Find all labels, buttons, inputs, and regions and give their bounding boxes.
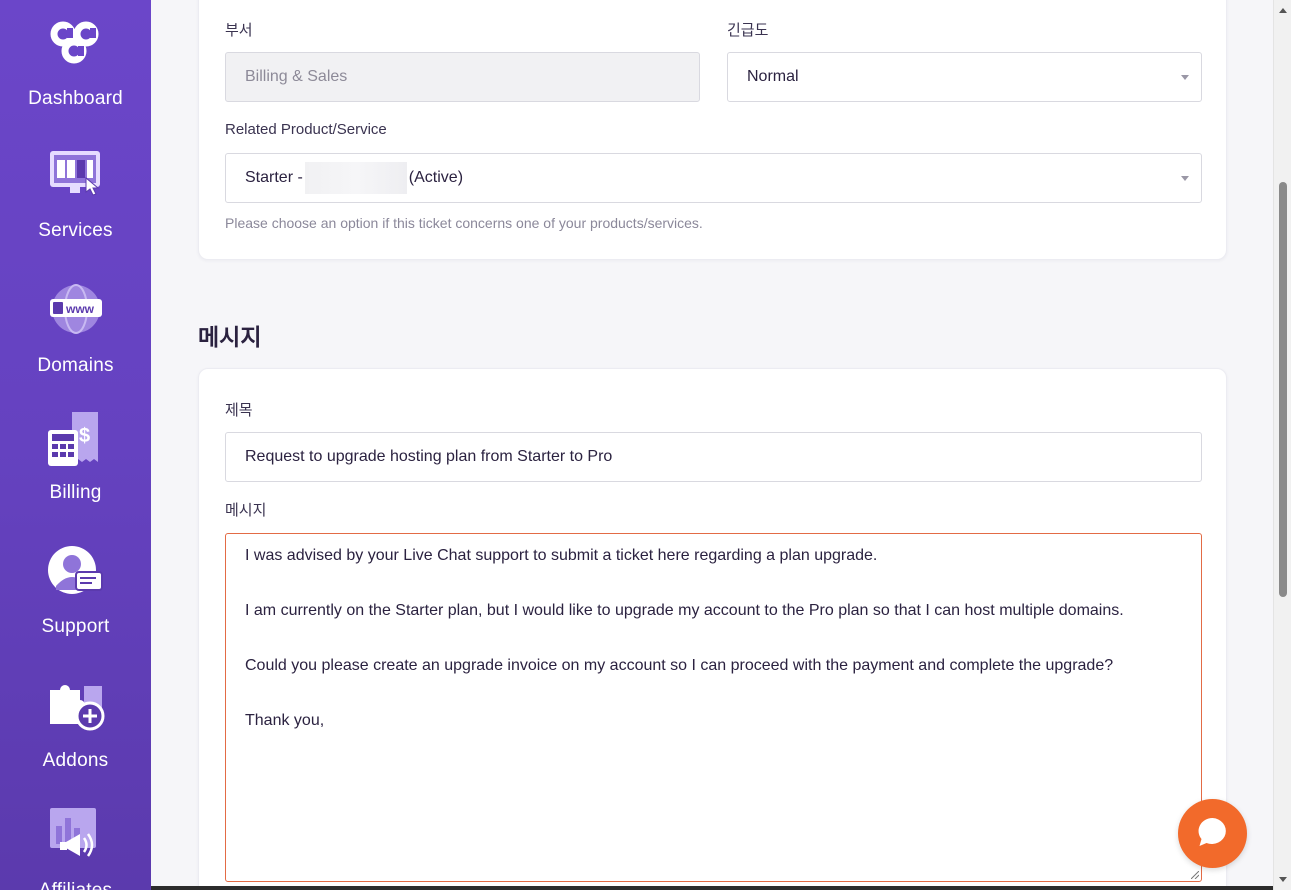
message-card: 제목 Request to upgrade hosting plan from … (198, 368, 1227, 890)
svg-text:$: $ (79, 425, 90, 447)
message-line: I am currently on the Starter plan, but … (245, 602, 1124, 619)
sidebar-item-label: Addons (42, 750, 109, 771)
sidebar-item-addons[interactable]: Addons (0, 678, 151, 772)
sidebar: Dashboard Services www Domains $ Billing… (0, 0, 151, 890)
svg-text:www: www (65, 302, 95, 316)
sidebar-item-services[interactable]: Services (0, 148, 151, 242)
addons-puzzle-icon (49, 685, 104, 731)
ccc-logo-icon (50, 21, 98, 64)
priority-label: 긴급도 (727, 22, 769, 39)
sidebar-item-label: Services (38, 220, 113, 241)
message-section-title: 메시지 (198, 324, 262, 350)
related-service-help: Please choose an option if this ticket c… (225, 215, 703, 231)
sidebar-item-label: Billing (49, 482, 102, 503)
bottom-edge (151, 886, 1273, 890)
chevron-down-icon (1181, 75, 1189, 80)
live-chat-button[interactable] (1178, 799, 1247, 868)
page-scrollbar[interactable] (1273, 0, 1291, 890)
subject-input[interactable]: Request to upgrade hosting plan from Sta… (225, 432, 1202, 482)
ticket-info-card: 부서 Billing & Sales 긴급도 Normal Related Pr… (198, 0, 1227, 260)
related-service-prefix: Starter - (245, 169, 303, 186)
support-agent-icon (47, 546, 103, 594)
related-service-status: (Active) (408, 169, 464, 186)
chevron-down-icon (1181, 176, 1189, 181)
sidebar-item-label: Support (41, 616, 110, 637)
services-monitor-icon (49, 151, 100, 196)
sidebar-item-affiliates[interactable]: Affiliates (0, 806, 151, 890)
priority-select[interactable]: Normal (727, 52, 1202, 102)
department-value: Billing & Sales (245, 68, 348, 85)
chat-bubble-icon (1198, 818, 1226, 846)
message-line: Thank you, (245, 712, 325, 729)
related-service-label: Related Product/Service (225, 121, 387, 138)
main-content: 부서 Billing & Sales 긴급도 Normal Related Pr… (151, 0, 1273, 890)
subject-value: Request to upgrade hosting plan from Sta… (245, 448, 613, 465)
sidebar-item-dashboard[interactable]: Dashboard (0, 18, 151, 110)
billing-calculator-icon: $ (47, 412, 98, 466)
sidebar-item-label: Domains (37, 355, 114, 376)
message-line: Could you please create an upgrade invoi… (245, 657, 1114, 674)
scroll-up-icon[interactable] (1279, 8, 1287, 13)
sidebar-item-domains[interactable]: www Domains (0, 283, 151, 377)
department-label: 부서 (225, 22, 253, 39)
sidebar-item-billing[interactable]: $ Billing (0, 410, 151, 504)
message-textarea[interactable]: I was advised by your Live Chat support … (225, 533, 1202, 882)
department-field: Billing & Sales (225, 52, 700, 102)
scroll-down-icon[interactable] (1279, 877, 1287, 882)
related-service-select[interactable]: Starter - (Active) (225, 153, 1202, 203)
priority-value: Normal (747, 68, 799, 85)
www-globe-icon: www (49, 284, 102, 334)
sidebar-item-label: Dashboard (28, 88, 123, 109)
redacted-domain (304, 162, 407, 194)
affiliates-megaphone-icon (49, 808, 96, 857)
scrollbar-thumb[interactable] (1279, 182, 1287, 597)
message-label: 메시지 (225, 502, 267, 519)
subject-label: 제목 (225, 402, 253, 419)
message-line: I was advised by your Live Chat support … (245, 547, 878, 564)
sidebar-item-label: Affiliates (0, 880, 151, 890)
resize-handle-icon[interactable] (1191, 871, 1199, 879)
sidebar-item-support[interactable]: Support (0, 544, 151, 638)
